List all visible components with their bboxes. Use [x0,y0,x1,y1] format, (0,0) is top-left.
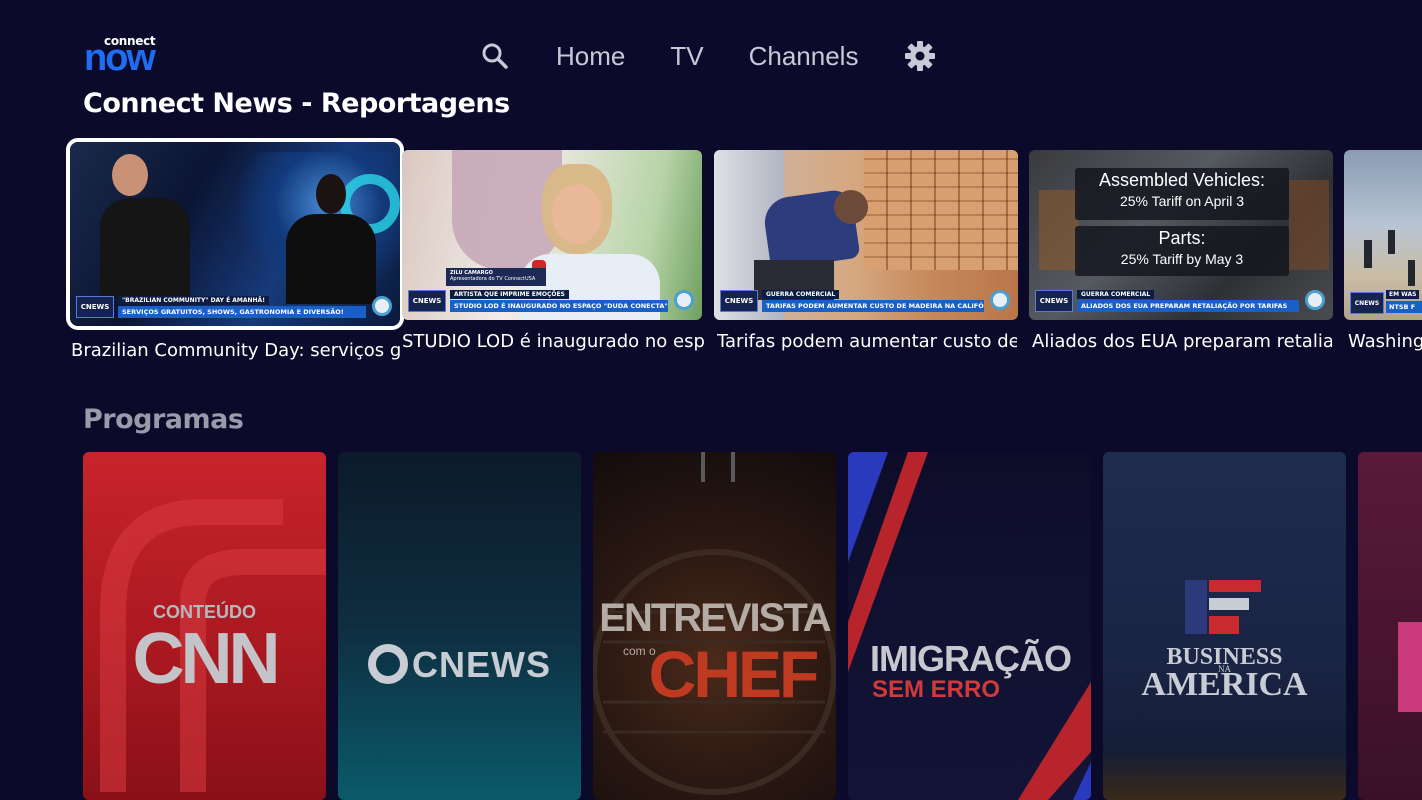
news-tag: GUERRA COMERCIAL [762,290,840,299]
news-bar: ALIADOS DOS EUA PREPARAM RETALIAÇÃO POR … [1077,300,1299,312]
news-caption-4: Aliados dos EUA preparam retaliaçã... [1032,331,1332,352]
cnews-chip: CNEWS [408,290,446,312]
info-box-vehicles: Assembled Vehicles: 25% Tariff on April … [1075,168,1289,220]
news-bar: STUDIO LOD É INAUGURADO NO ESPAÇO "DUDA … [450,300,668,312]
cnews-chip: CNEWS [1035,290,1073,312]
news-lower-third: CNEWS "BRAZILIAN COMMUNITY" DAY É AMANHÃ… [76,296,394,320]
program-logo-line3: AMERICA [1141,666,1308,703]
news-lower-third: CNEWS GUERRA COMERCIAL TARIFAS PODEM AUM… [720,290,1012,314]
news-card-1[interactable]: CNEWS "BRAZILIAN COMMUNITY" DAY É AMANHÃ… [66,138,404,330]
program-logo-line3: CHEF [648,637,820,711]
program-logo-line2: CNN [132,619,281,699]
gear-icon[interactable] [903,39,937,73]
channel-disc-icon [990,290,1010,310]
partial-logo-shape [1398,622,1422,712]
channel-disc-icon [674,290,694,310]
cnews-chip: CNEWS [1350,292,1384,314]
program-card-business[interactable]: BUSINESS NA AMERICA [1103,452,1346,800]
news-tag: ARTISTA QUE IMPRIME EMOÇÕES [450,290,569,299]
nav-channels[interactable]: Channels [749,41,859,72]
news-card-4[interactable]: Assembled Vehicles: 25% Tariff on April … [1029,150,1333,320]
news-caption-1: Brazilian Community Day: serviços g... [71,340,401,361]
news-bar: SERVIÇOS GRATUITOS, SHOWS, GASTRONOMIA E… [118,306,366,318]
logo-big-text: now [84,37,156,79]
section-title-programas: Programas [83,404,244,435]
info-box-sub: 25% Tariff by May 3 [1120,251,1244,267]
program-card-cnews[interactable]: CNEWS [338,452,581,800]
info-box-parts: Parts: 25% Tariff by May 3 [1075,226,1289,276]
program-logo-line2: SEM ERRO [872,676,1001,703]
channel-disc-icon [372,296,392,316]
cnews-chip: CNEWS [76,296,114,318]
news-card-3[interactable]: CNEWS GUERRA COMERCIAL TARIFAS PODEM AUM… [714,150,1018,320]
news-card-5[interactable]: CNEWS EM WAS NTSB F [1344,150,1422,320]
connect-now-logo: connect now [84,34,174,79]
info-box-sub: 25% Tariff on April 3 [1119,193,1244,209]
program-logo-line1: ENTREVISTA [599,596,831,640]
name-sub: Apresentadora do TV ConnectUSA [450,276,536,282]
news-caption-2: STUDIO LOD é inaugurado no espa... [402,331,706,352]
search-icon[interactable] [478,39,512,73]
program-card-chef[interactable]: ENTREVISTA com o CHEF [593,452,836,800]
flag-stripe [1209,616,1239,634]
top-navigation: Home TV Channels [478,34,937,78]
program-logo-line1: IMIGRAÇÃO [870,638,1072,679]
channel-disc-icon [1305,290,1325,310]
nav-tv[interactable]: TV [670,41,703,72]
news-card-2[interactable]: ZILU CAMARGO Apresentadora do TV Connect… [402,150,702,320]
info-box-title: Assembled Vehicles: [1098,170,1266,190]
flag-stripe [1209,580,1261,592]
news-caption-3: Tarifas podem aumentar custo de ... [717,331,1017,352]
program-card-imigracao[interactable]: IMIGRAÇÃO SEM ERRO [848,452,1091,800]
section-title-reportagens: Connect News - Reportagens [83,88,510,119]
cnews-chip: CNEWS [720,290,758,312]
cnews-ring-icon [368,644,408,684]
news-bar: NTSB F [1386,301,1422,313]
info-box-title: Parts: [1158,228,1206,248]
program-card-partial[interactable] [1358,452,1422,800]
news-lower-third: CNEWS GUERRA COMERCIAL ALIADOS DOS EUA P… [1035,290,1327,314]
flag-stripe [1209,598,1249,610]
nav-home[interactable]: Home [556,41,625,72]
news-tag: "BRAZILIAN COMMUNITY" DAY É AMANHÃ! [118,296,269,305]
news-tag: GUERRA COMERCIAL [1077,290,1155,299]
program-card-cnn[interactable]: CONTEÚDO CNN [83,452,326,800]
news-lower-third: CNEWS ARTISTA QUE IMPRIME EMOÇÕES STUDIO… [408,290,696,314]
flag-stars-icon [1185,580,1207,634]
stripes-bg [848,452,1091,800]
program-logo-line1: CNEWS [412,644,551,685]
news-bar: TARIFAS PODEM AUMENTAR CUSTO DE MADEIRA … [762,300,984,312]
news-tag: EM WAS [1386,290,1420,299]
city-skyline [1103,750,1346,800]
news-caption-5: Washingto [1348,331,1422,352]
